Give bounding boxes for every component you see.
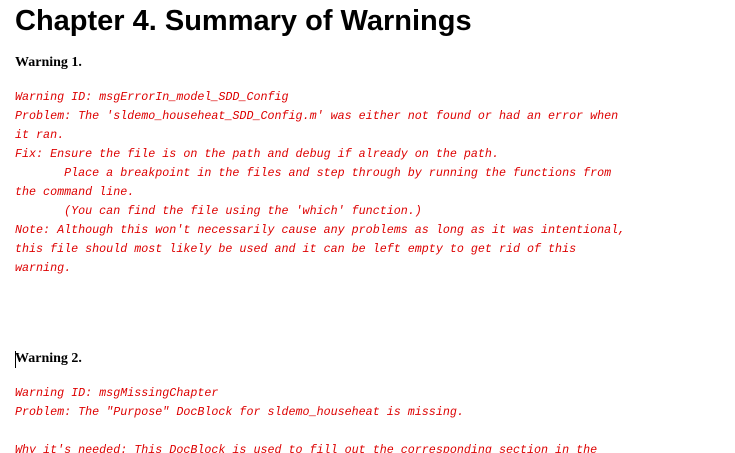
warning-2-id-line: Warning ID: msgMissingChapter — [15, 386, 219, 400]
warning-1-heading: Warning 1. — [15, 55, 82, 70]
warning-1-fix-line: Fix: Ensure the file is on the path and … — [15, 147, 499, 161]
chapter-title: Chapter 4. Summary of Warnings — [15, 5, 472, 37]
warning-1-id-line: Warning ID: msgErrorIn_model_SDD_Config — [15, 90, 289, 104]
warning-1-fix-step: Place a breakpoint in the files and step… — [15, 166, 612, 180]
warning-2-why-line: Why it's needed: This DocBlock is used t… — [15, 443, 598, 453]
warning-1-problem-continuation: it ran. — [15, 128, 65, 142]
warning-2-heading: Warning 2. — [15, 351, 82, 366]
warning-1-fix-hint: (You can find the file using the 'which'… — [15, 204, 422, 218]
warning-1-note-end: warning. — [15, 261, 72, 275]
warning-1-problem-line: Problem: The 'sldemo_househeat_SDD_Confi… — [15, 109, 619, 123]
document-page: Chapter 4. Summary of Warnings Warning 1… — [0, 0, 735, 453]
warning-1-note-continuation: this file should most likely be used and… — [15, 242, 577, 256]
warning-1-fix-step-continuation: the command line. — [15, 185, 135, 199]
warning-2-problem-line: Problem: The "Purpose" DocBlock for slde… — [15, 405, 464, 419]
warning-1-note-line: Note: Although this won't necessarily ca… — [15, 223, 626, 237]
